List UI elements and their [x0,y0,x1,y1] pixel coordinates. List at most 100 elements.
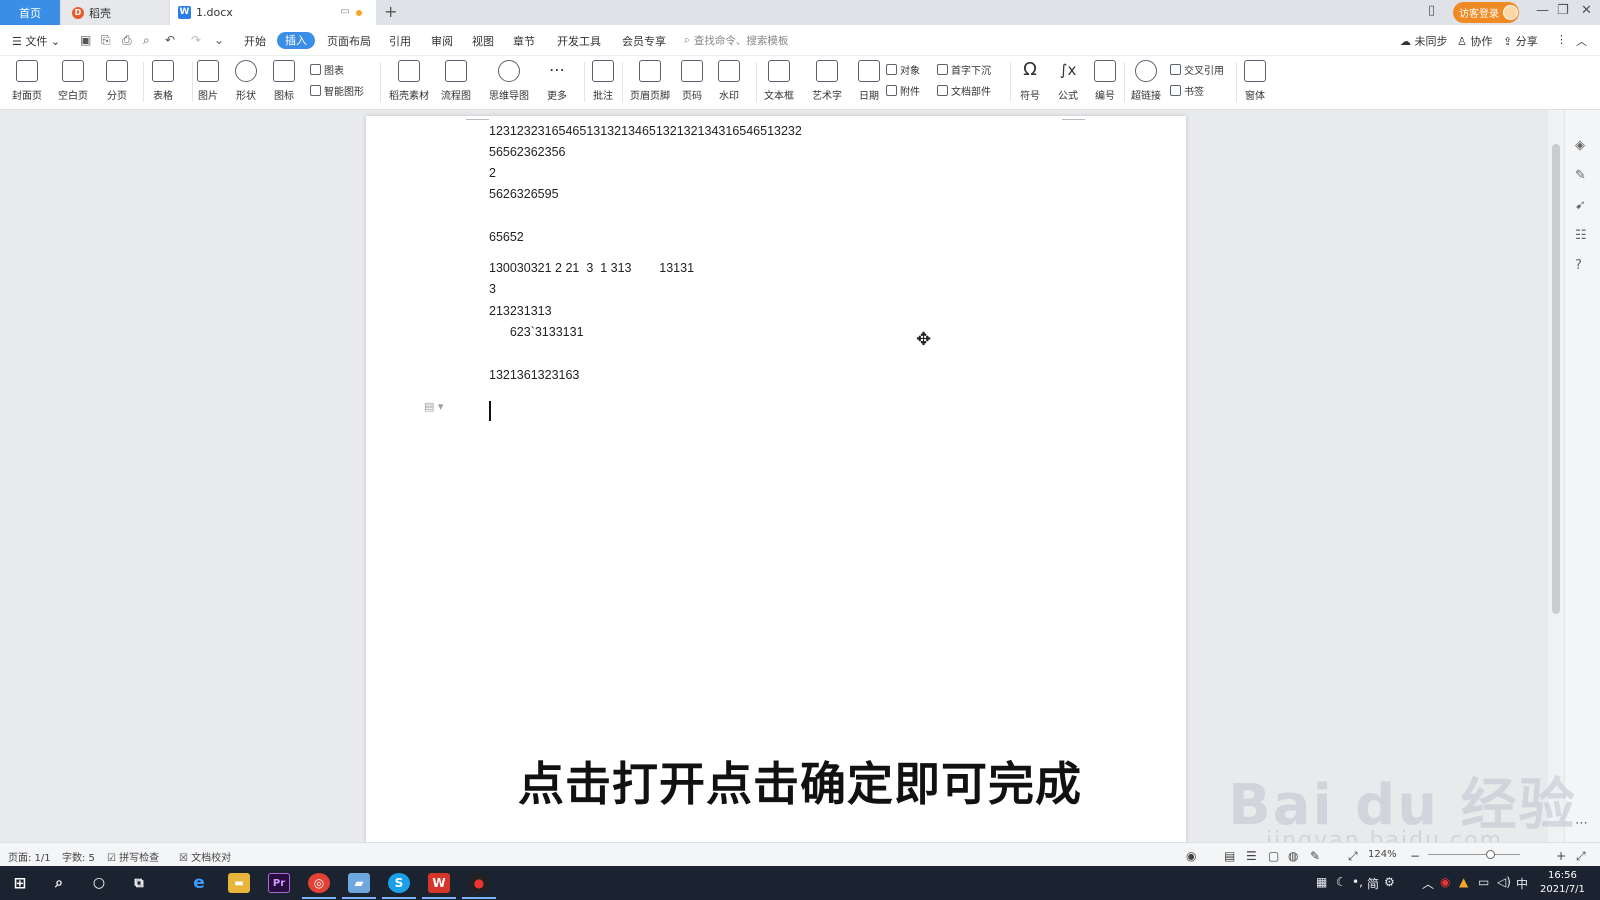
restore-button[interactable]: ❐ [1557,3,1569,18]
undo-icon[interactable]: ↶ [165,33,175,47]
menu-insert[interactable]: 插入 [277,32,315,49]
pen-icon[interactable]: ✎ [1575,168,1586,183]
tab-daoke[interactable]: D 稻壳 [62,0,168,25]
word-count[interactable]: 字数: 5 [62,849,95,864]
menu-chapter[interactable]: 章节 [513,33,535,49]
form-button[interactable]: 窗体 [1244,60,1266,102]
system-clock[interactable]: 16:56 2021/7/1 [1540,869,1585,897]
bookmark-button[interactable]: 书签 [1170,83,1204,98]
daoke-assets-button[interactable]: 稻壳素材 [389,60,429,102]
globe-icon[interactable]: ◍ [1288,849,1298,863]
zoom-in-icon[interactable]: + [1556,849,1566,863]
menu-dev-tools[interactable]: 开发工具 [557,33,601,49]
settings-sliders-icon[interactable]: ☷ [1575,228,1587,243]
notes-app-icon[interactable]: ▰ [348,873,370,893]
redo-icon[interactable]: ↷ [191,33,201,47]
more-button[interactable]: ⋯ 更多 [546,60,568,102]
zoom-slider[interactable] [1428,854,1520,855]
crossref-button[interactable]: 交叉引用 [1170,62,1224,77]
smartart-button[interactable]: 智能图形 [310,83,364,98]
flowchart-button[interactable]: 流程图 [441,60,471,102]
symbol-button[interactable]: Ω 符号 [1019,60,1041,103]
web-view-icon[interactable]: ▢ [1268,849,1279,863]
page-number-button[interactable]: 页码 [681,60,703,102]
sync-status[interactable]: ☁ 未同步 [1400,33,1448,49]
app-tray-icon[interactable]: ▲ [1459,875,1468,889]
collab-button[interactable]: ♙ 协作 [1457,33,1492,49]
file-explorer-icon[interactable]: ▬ [228,873,250,893]
menu-member[interactable]: 会员专享 [622,33,666,49]
premiere-icon[interactable]: Pr [268,873,290,893]
header-footer-button[interactable]: 页眉页脚 [630,60,670,102]
style-icon[interactable]: ◈ [1575,138,1585,153]
menu-view[interactable]: 视图 [472,33,494,49]
new-tab-button[interactable]: + [384,2,397,21]
ime-mode[interactable]: 简 [1367,875,1379,892]
doc-line[interactable]: 56562362356 [489,145,565,159]
task-view-icon[interactable]: ⧉ [128,873,150,893]
shape-button[interactable]: 形状 [235,60,257,102]
menu-references[interactable]: 引用 [389,33,411,49]
command-search[interactable]: ⌕ 查找命令、搜索模板 [684,33,788,48]
picture-button[interactable]: 图片 [197,60,219,102]
gear-icon[interactable]: ⚙ [1384,875,1395,889]
format-painter-icon[interactable]: ⎘ [101,33,111,48]
recorder-icon[interactable]: ● [468,873,490,893]
hyperlink-button[interactable]: 超链接 [1131,60,1161,102]
collapse-ribbon-icon[interactable]: ︿ [1576,33,1587,49]
windows-start-icon[interactable]: ⊞ [9,873,31,893]
layout-icon[interactable]: ▯ [1428,3,1435,18]
record-tray-icon[interactable]: ◉ [1440,875,1450,889]
textbox-button[interactable]: 文本框 [764,60,794,102]
punctuation-icon[interactable]: •, [1352,875,1363,889]
doc-line[interactable]: 213231313 [489,304,552,318]
zoom-level[interactable]: 124% [1368,849,1397,860]
cover-page-button[interactable]: 封面页 [12,60,42,102]
page-count[interactable]: 页面: 1/1 [8,849,51,864]
file-menu[interactable]: ☰ 文件 ⌄ [12,33,60,49]
proofread-button[interactable]: ☒ 文档校对 [179,849,231,864]
doc-line[interactable]: 2 [489,166,496,180]
icons-button[interactable]: 图标 [273,60,295,102]
keyboard-grid-icon[interactable]: ▦ [1316,875,1327,889]
doc-line[interactable]: 3 [489,282,496,296]
page-break-button[interactable]: 分页 [106,60,128,102]
search-icon[interactable]: ⌕ [48,873,70,893]
select-icon[interactable]: ➹ [1575,198,1586,213]
doc-line[interactable]: 5626326595 [489,187,559,201]
save-icon[interactable]: ▣ [80,33,91,47]
watermark-button[interactable]: 水印 [718,60,740,102]
more-dots-icon[interactable]: ⋯ [1575,816,1588,831]
blank-page-button[interactable]: 空白页 [58,60,88,102]
doc-line[interactable]: 65652 [489,230,524,244]
zoom-slider-handle[interactable] [1486,850,1495,859]
numbering-button[interactable]: 编号 [1094,60,1116,102]
fullscreen-icon[interactable]: ⤢ [1576,849,1586,864]
login-button[interactable]: 访客登录 [1453,2,1519,23]
tab-home[interactable]: 首页 [0,0,60,25]
edge-browser-icon[interactable]: e [188,873,210,893]
paragraph-layout-icon[interactable]: ▤ ▾ [424,400,443,413]
input-language[interactable]: 中 [1516,875,1528,892]
print-icon[interactable]: ⎙ [122,33,132,48]
doc-parts-button[interactable]: 文档部件 [937,83,991,98]
chart-button[interactable]: 图表 [310,62,344,77]
help-icon[interactable]: ? [1575,258,1582,273]
customize-icon[interactable]: ⌄ [214,33,224,47]
doc-line[interactable]: 1231232316546513132134651321321343165465… [489,124,802,138]
chat-app-icon[interactable]: S [388,873,410,893]
spell-check-button[interactable]: ☑ 拼写检查 [107,849,159,864]
menu-page-layout[interactable]: 页面布局 [327,33,371,49]
object-button[interactable]: 对象 [886,62,920,77]
attachment-button[interactable]: 附件 [886,83,920,98]
chrome-icon[interactable]: ◎ [308,873,330,893]
formula-button[interactable]: ∫x 公式 [1057,60,1079,102]
cortana-icon[interactable]: ○ [88,873,110,893]
vertical-scrollbar[interactable] [1548,110,1564,842]
wps-office-icon[interactable]: W [428,873,450,893]
outline-view-icon[interactable]: ☰ [1246,849,1257,863]
tab-document[interactable]: W 1.docx ▭ [170,0,376,25]
dropcap-button[interactable]: 首字下沉 [937,62,991,77]
table-button[interactable]: 表格 [152,60,174,102]
doc-line[interactable]: 1321361323163 [489,368,579,382]
